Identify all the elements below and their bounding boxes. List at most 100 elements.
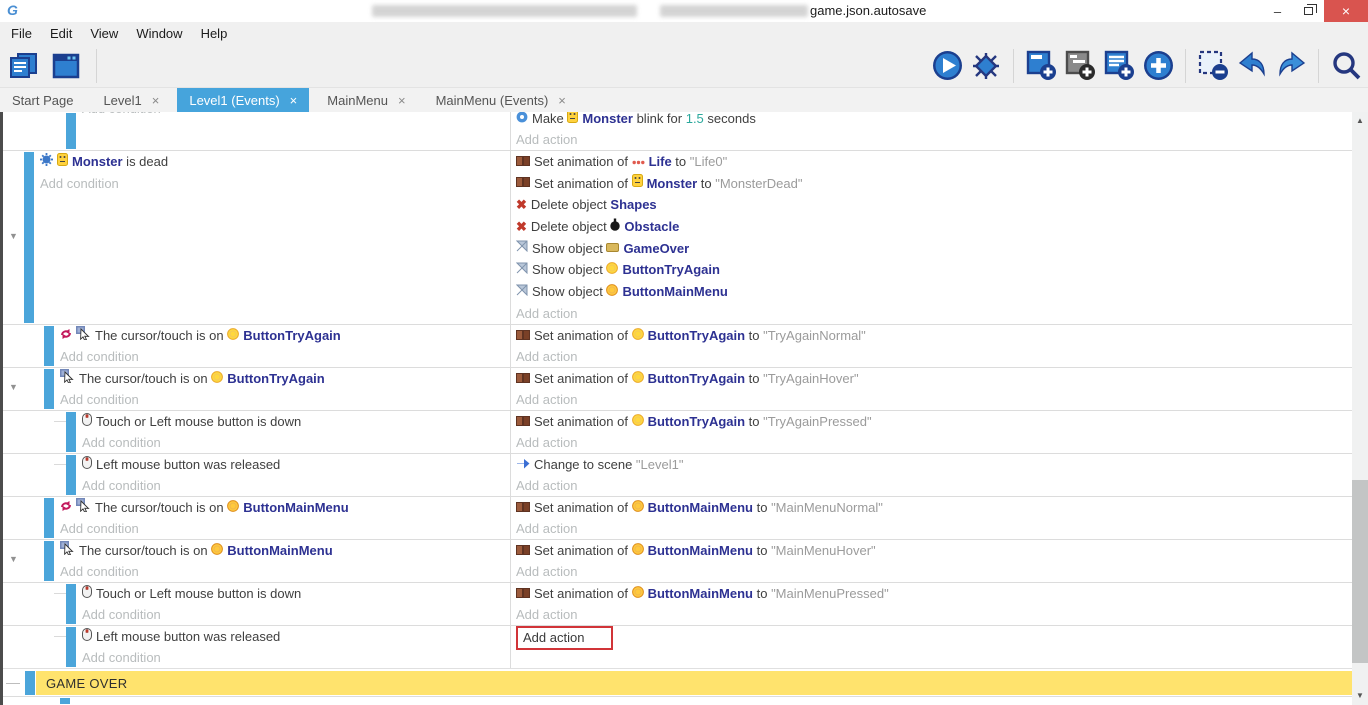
action-line[interactable]: Set animation of ButtonMainMenu to "Main…: [516, 583, 1352, 604]
redo-button[interactable]: [1275, 50, 1307, 82]
actions-cell[interactable]: Set animation of ButtonTryAgain to "TryA…: [511, 411, 1352, 453]
tab-level1[interactable]: Level1×: [91, 88, 171, 112]
add-action-button-highlighted[interactable]: Add action: [516, 626, 613, 650]
preview-play-button[interactable]: [931, 50, 963, 82]
actions-cell[interactable]: Set animation of Life to "Life0" Set ani…: [511, 151, 1352, 324]
actions-cell[interactable]: Set animation of ButtonMainMenu to "Main…: [511, 583, 1352, 625]
event-row[interactable]: The cursor/touch is on ButtonTryAgain Ad…: [3, 324, 1352, 367]
comment-row[interactable]: GAME OVER: [3, 668, 1352, 696]
add-action-button[interactable]: Add action: [516, 129, 1352, 150]
conditions-cell[interactable]: The cursor/touch is on ButtonMainMenu Ad…: [3, 497, 511, 539]
menu-help[interactable]: Help: [192, 22, 237, 44]
condition-line[interactable]: Monster is dead: [3, 151, 510, 173]
add-action-button[interactable]: Add action: [516, 432, 1352, 453]
actions-cell[interactable]: Set animation of ButtonMainMenu to "Main…: [511, 497, 1352, 539]
add-condition-button[interactable]: Add condition: [3, 173, 510, 195]
event-row[interactable]: ▼ The cursor/touch is on ButtonTryAgain …: [3, 367, 1352, 410]
close-button[interactable]: ×: [1324, 0, 1368, 22]
action-line[interactable]: Set animation of Life to "Life0": [516, 151, 1352, 173]
menu-file[interactable]: File: [2, 22, 41, 44]
action-line[interactable]: ✖Delete object Obstacle: [516, 216, 1352, 238]
add-special-event-button[interactable]: [1142, 50, 1174, 82]
add-action-button[interactable]: Add action: [516, 561, 1352, 582]
tab-level1-events[interactable]: Level1 (Events)×: [177, 88, 309, 112]
action-line[interactable]: Set animation of ButtonTryAgain to "TryA…: [516, 325, 1352, 346]
add-action-button[interactable]: Add action: [516, 303, 1352, 324]
tab-close-icon[interactable]: ×: [558, 93, 566, 108]
tab-start-page[interactable]: Start Page: [0, 88, 85, 112]
event-row[interactable]: Left mouse button was released Add condi…: [3, 625, 1352, 668]
conditions-cell[interactable]: The cursor/touch is on ButtonTryAgain Ad…: [3, 368, 511, 410]
conditions-cell[interactable]: Left mouse button was released Add condi…: [3, 454, 511, 496]
tab-close-icon[interactable]: ×: [398, 93, 406, 108]
add-condition-button[interactable]: Add condition: [3, 112, 510, 119]
conditions-cell[interactable]: The cursor/touch is on ButtonTryAgain Ad…: [3, 325, 511, 367]
menu-view[interactable]: View: [81, 22, 127, 44]
actions-cell[interactable]: Set animation of ButtonTryAgain to "TryA…: [511, 325, 1352, 367]
scroll-down-arrow[interactable]: ▼: [1352, 689, 1368, 703]
add-comment-button[interactable]: [1103, 50, 1135, 82]
condition-line[interactable]: The cursor/touch is on ButtonMainMenu: [3, 497, 510, 518]
action-line[interactable]: Show object GameOver: [516, 238, 1352, 260]
tab-close-icon[interactable]: ×: [290, 93, 298, 108]
add-condition-button[interactable]: Add condition: [3, 604, 510, 625]
add-condition-button[interactable]: Add condition: [3, 518, 510, 539]
minimize-button[interactable]: –: [1262, 0, 1293, 22]
condition-line[interactable]: The cursor/touch is on ButtonTryAgain: [3, 368, 510, 389]
condition-line[interactable]: Touch or Left mouse button is down: [3, 411, 510, 432]
comment-block[interactable]: GAME OVER: [36, 671, 1352, 695]
debug-button[interactable]: [970, 50, 1002, 82]
tab-mainmenu-events[interactable]: MainMenu (Events)×: [424, 88, 578, 112]
event-row[interactable]: ▼ The cursor/touch is on ButtonMainMenu …: [3, 539, 1352, 582]
delete-event-button[interactable]: [1197, 50, 1229, 82]
add-action-button[interactable]: Add action: [516, 346, 1352, 367]
tab-close-icon[interactable]: ×: [152, 93, 160, 108]
action-line[interactable]: Change to scene "Level1": [516, 454, 1352, 475]
action-line[interactable]: Set animation of ButtonTryAgain to "TryA…: [516, 368, 1352, 389]
add-condition-button[interactable]: Add condition: [3, 346, 510, 367]
restore-button[interactable]: [1293, 0, 1324, 22]
conditions-cell[interactable]: Touch or Left mouse button is down Add c…: [3, 411, 511, 453]
actions-cell[interactable]: Set animation of ButtonMainMenu to "Main…: [511, 540, 1352, 582]
collapse-arrow-icon[interactable]: ▼: [9, 382, 18, 392]
event-row[interactable]: The cursor/touch is on ButtonMainMenu Ad…: [3, 496, 1352, 539]
conditions-cell[interactable]: Add condition: [3, 112, 511, 150]
action-line[interactable]: Set animation of Monster to "MonsterDead…: [516, 173, 1352, 195]
event-row[interactable]: Left mouse button was released Add condi…: [3, 453, 1352, 496]
event-row[interactable]: Add condition Make Monster blink for 1.5…: [3, 112, 1352, 150]
action-line[interactable]: Show object ButtonMainMenu: [516, 281, 1352, 303]
add-condition-button[interactable]: Add condition: [3, 475, 510, 496]
condition-line[interactable]: Touch or Left mouse button is down: [3, 583, 510, 604]
add-action-button[interactable]: Add action: [516, 518, 1352, 539]
add-action-button[interactable]: Add action: [516, 604, 1352, 625]
actions-cell[interactable]: Add action: [511, 626, 1352, 668]
conditions-cell[interactable]: Touch or Left mouse button is down Add c…: [3, 583, 511, 625]
condition-line[interactable]: Left mouse button was released: [3, 454, 510, 475]
add-action-button[interactable]: Add action: [516, 475, 1352, 496]
undo-button[interactable]: [1236, 50, 1268, 82]
condition-line[interactable]: Left mouse button was released: [3, 626, 510, 647]
menu-window[interactable]: Window: [127, 22, 191, 44]
event-row[interactable]: Touch or Left mouse button is down Add c…: [3, 410, 1352, 453]
action-line[interactable]: Show object ButtonTryAgain: [516, 259, 1352, 281]
action-line[interactable]: Set animation of ButtonTryAgain to "TryA…: [516, 411, 1352, 432]
event-row[interactable]: ▼ Monster is dead Add condition Set anim…: [3, 150, 1352, 324]
event-row[interactable]: Touch or Left mouse button is down Add c…: [3, 582, 1352, 625]
conditions-cell[interactable]: Monster is dead Add condition: [3, 151, 511, 324]
actions-cell[interactable]: Set animation of ButtonTryAgain to "TryA…: [511, 368, 1352, 410]
action-line[interactable]: Add action: [516, 626, 1352, 651]
actions-cell[interactable]: Change to scene "Level1" Add action: [511, 454, 1352, 496]
actions-cell[interactable]: Make Monster blink for 1.5 seconds Add a…: [511, 112, 1352, 150]
add-condition-button[interactable]: Add condition: [3, 432, 510, 453]
conditions-cell[interactable]: The cursor/touch is on ButtonMainMenu Ad…: [3, 540, 511, 582]
action-line[interactable]: Make Monster blink for 1.5 seconds: [516, 112, 1352, 129]
event-row-partial[interactable]: [3, 696, 1352, 704]
collapse-arrow-icon[interactable]: ▼: [9, 231, 18, 241]
collapse-arrow-icon[interactable]: ▼: [9, 554, 18, 564]
add-condition-button[interactable]: Add condition: [3, 389, 510, 410]
condition-line[interactable]: The cursor/touch is on ButtonMainMenu: [3, 540, 510, 561]
condition-line[interactable]: The cursor/touch is on ButtonTryAgain: [3, 325, 510, 346]
scrollbar-thumb[interactable]: [1352, 480, 1368, 663]
vertical-scrollbar[interactable]: ▲ ▼: [1352, 112, 1368, 705]
action-line[interactable]: ✖Delete object Shapes: [516, 194, 1352, 216]
